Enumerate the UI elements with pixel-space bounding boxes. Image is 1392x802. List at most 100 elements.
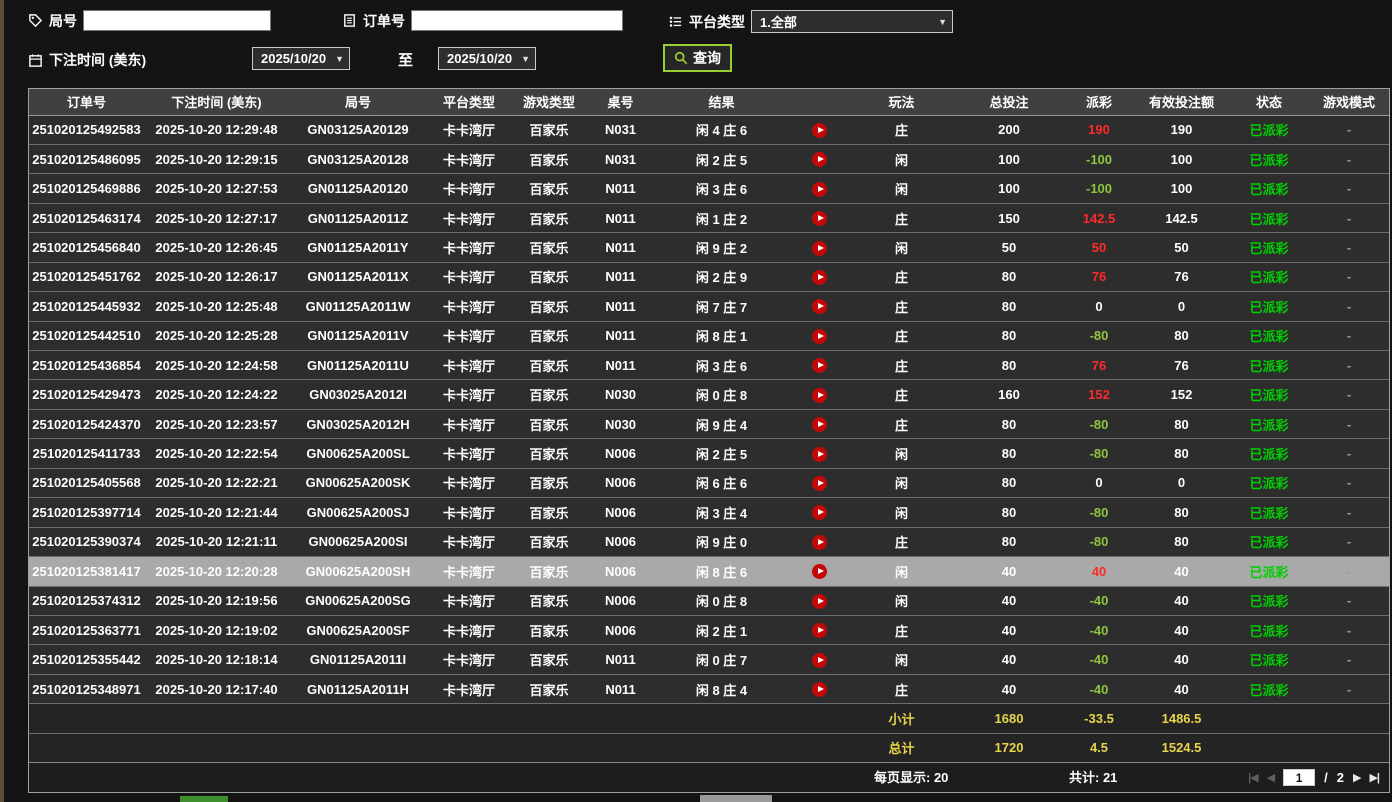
bet-time-cell: 2025-10-20 12:27:53 [144,173,289,204]
play-cell [789,497,849,528]
total-bet-cell: 80 [954,497,1064,528]
platform-cell: 卡卡湾厅 [427,114,511,145]
table-row[interactable]: 251020125348971 2025-10-20 12:17:40 GN0112… [29,673,1389,704]
table-no-cell: N006 [587,467,654,498]
platform-type-select[interactable]: 1.全部 ▼ [751,10,953,33]
last-page-button[interactable]: ▶| [1369,771,1380,784]
result-cell: 闲 0 庄 8 [654,379,789,410]
valid-bet-cell: 100 [1134,143,1229,174]
table-row[interactable]: 251020125381417 2025-10-20 12:20:28 GN0062… [29,556,1389,586]
order-id-cell: 251020125355442 [29,644,144,675]
round-id-cell: GN00625A200SI [289,526,427,557]
first-page-button[interactable]: |◀ [1248,771,1259,784]
order-id-cell: 251020125486095 [29,143,144,174]
subtotal-total-bet: 1680 [954,703,1064,734]
play-type-cell: 闲 [849,497,954,528]
play-icon[interactable] [811,211,827,227]
bet-time-cell: 2025-10-20 12:21:11 [144,526,289,557]
play-icon[interactable] [811,623,827,639]
table-row[interactable]: 251020125355442 2025-10-20 12:18:14 GN0112… [29,644,1389,675]
bet-time-cell: 2025-10-20 12:26:17 [144,261,289,292]
table-row[interactable]: 251020125397714 2025-10-20 12:21:44 GN0062… [29,497,1389,528]
col-header-total-bet: 总投注 [954,89,1064,116]
game-mode-cell: - [1309,408,1389,439]
total-bet-cell: 80 [954,261,1064,292]
play-icon[interactable] [811,269,827,285]
table-row[interactable]: 251020125424370 2025-10-20 12:23:57 GN0302… [29,408,1389,439]
game-type-cell: 百家乐 [511,467,587,498]
table-header-row: 订单号 下注时间 (美东) 局号 平台类型 游戏类型 桌号 结果 玩法 总投注 … [29,89,1389,116]
total-bet-cell: 40 [954,614,1064,645]
order-id-input[interactable] [411,10,623,31]
platform-cell: 卡卡湾厅 [427,261,511,292]
status-cell: 已派彩 [1229,261,1309,292]
play-icon[interactable] [811,240,827,256]
col-header-payout: 派彩 [1064,89,1134,116]
col-header-result: 结果 [654,89,789,116]
platform-cell: 卡卡湾厅 [427,349,511,380]
valid-bet-cell: 40 [1134,614,1229,645]
prev-page-button[interactable]: ◀ [1267,771,1276,784]
table-no-cell: N011 [587,291,654,322]
query-button[interactable]: 查询 [663,44,732,72]
result-cell: 闲 6 庄 6 [654,467,789,498]
play-icon[interactable] [811,358,827,374]
table-row[interactable]: 251020125390374 2025-10-20 12:21:11 GN0062… [29,526,1389,557]
date-from-select[interactable]: 2025/10/20 ▼ [252,47,350,70]
game-mode-cell: - [1309,673,1389,704]
status-cell: 已派彩 [1229,379,1309,410]
play-type-cell: 庄 [849,291,954,322]
result-cell: 闲 7 庄 7 [654,291,789,322]
game-type-cell: 百家乐 [511,673,587,704]
play-icon[interactable] [811,387,827,403]
valid-bet-cell: 100 [1134,173,1229,204]
table-row[interactable]: 251020125486095 2025-10-20 12:29:15 GN0312… [29,143,1389,174]
round-id-cell: GN01125A2011Z [289,202,427,233]
table-row[interactable]: 251020125456840 2025-10-20 12:26:45 GN0112… [29,232,1389,263]
table-row[interactable]: 251020125442510 2025-10-20 12:25:28 GN0112… [29,320,1389,351]
next-page-button[interactable]: ▶ [1353,771,1362,784]
date-to-select[interactable]: 2025/10/20 ▼ [438,47,536,70]
play-icon[interactable] [811,682,827,698]
play-icon[interactable] [811,476,827,491]
play-icon[interactable] [811,299,827,315]
play-icon[interactable] [811,652,827,668]
round-id-cell: GN00625A200SK [289,467,427,498]
play-icon[interactable] [811,505,827,521]
play-icon[interactable] [811,564,827,580]
table-row[interactable]: 251020125492583 2025-10-20 12:29:48 GN0312… [29,114,1389,145]
play-icon[interactable] [811,181,827,197]
valid-bet-cell: 80 [1134,408,1229,439]
play-icon[interactable] [811,446,827,462]
play-type-cell: 闲 [849,173,954,204]
order-id-cell: 251020125363771 [29,614,144,645]
table-row[interactable]: 251020125429473 2025-10-20 12:24:22 GN0302… [29,379,1389,410]
platform-cell: 卡卡湾厅 [427,467,511,498]
col-header-valid-bet: 有效投注额 [1134,89,1229,116]
play-icon[interactable] [811,122,827,138]
table-row[interactable]: 251020125363771 2025-10-20 12:19:02 GN0062… [29,614,1389,645]
play-icon[interactable] [811,152,827,168]
play-icon[interactable] [811,593,827,609]
table-row[interactable]: 251020125451762 2025-10-20 12:26:17 GN0112… [29,261,1389,292]
table-row[interactable]: 251020125445932 2025-10-20 12:25:48 GN0112… [29,291,1389,322]
table-row[interactable]: 251020125463174 2025-10-20 12:27:17 GN0112… [29,202,1389,233]
table-row[interactable]: 251020125374312 2025-10-20 12:19:56 GN0062… [29,585,1389,616]
game-mode-cell: - [1309,497,1389,528]
play-icon[interactable] [811,328,827,344]
col-header-game-mode: 游戏模式 [1309,89,1389,116]
play-cell [789,232,849,263]
valid-bet-cell: 0 [1134,291,1229,322]
play-icon[interactable] [811,534,827,550]
total-bet-cell: 200 [954,114,1064,145]
table-row[interactable]: 251020125411733 2025-10-20 12:22:54 GN0062… [29,438,1389,469]
total-bet-cell: 40 [954,673,1064,704]
round-id-input[interactable] [83,10,271,31]
table-row[interactable]: 251020125469886 2025-10-20 12:27:53 GN0112… [29,173,1389,204]
table-no-cell: N011 [587,673,654,704]
play-icon[interactable] [811,417,827,433]
table-row[interactable]: 251020125405568 2025-10-20 12:22:21 GN0062… [29,467,1389,498]
platform-cell: 卡卡湾厅 [427,232,511,263]
current-page-input[interactable]: 1 [1283,769,1316,786]
table-row[interactable]: 251020125436854 2025-10-20 12:24:58 GN0112… [29,349,1389,380]
